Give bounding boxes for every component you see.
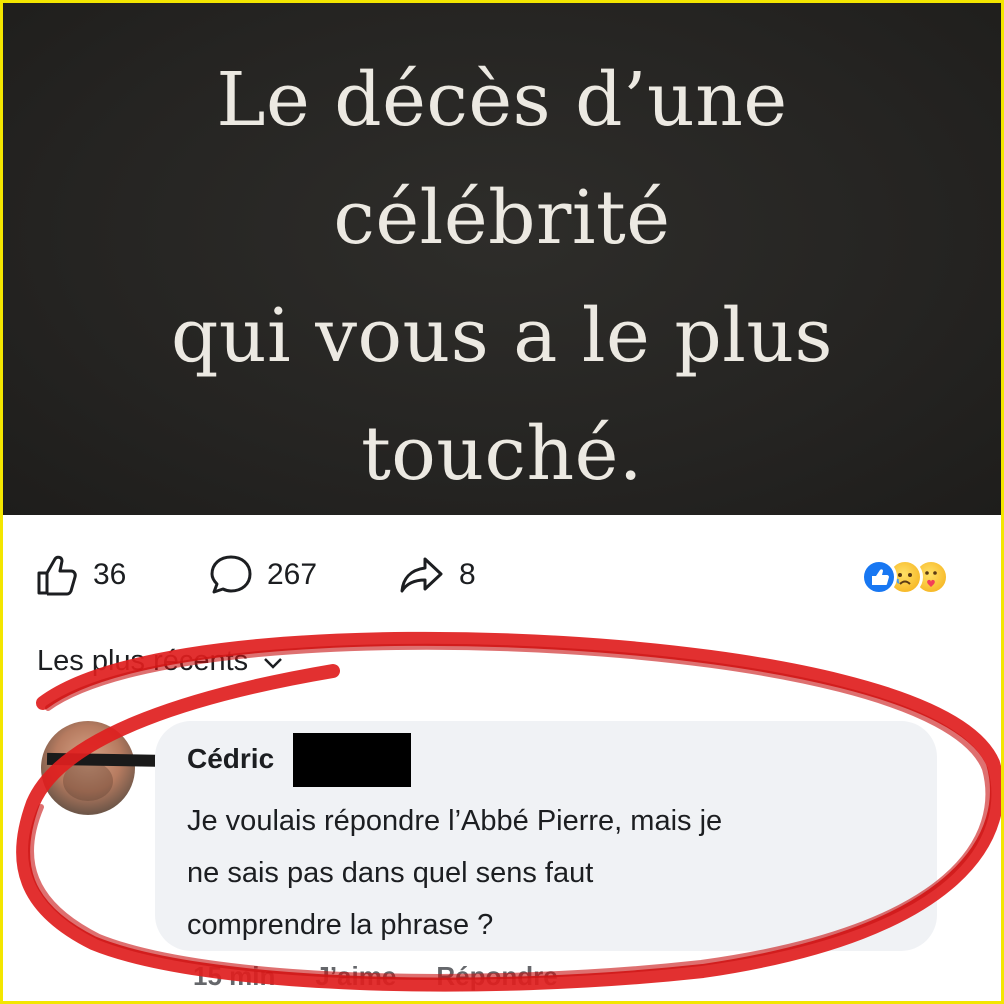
- post-image: Le décès d’une célébrité qui vous a le p…: [3, 3, 1001, 515]
- comment-time: 15 min: [193, 961, 276, 991]
- comment-sort-dropdown[interactable]: Les plus récents: [37, 645, 284, 678]
- comment-bubble: Cédric Je voulais répondre l’Abbé Pierre…: [155, 721, 937, 951]
- avatar[interactable]: [41, 721, 135, 815]
- comment-count: 267: [267, 558, 318, 591]
- screenshot-frame: Le décès d’une célébrité qui vous a le p…: [0, 0, 1004, 1004]
- like-button[interactable]: 36: [33, 551, 126, 599]
- comment-author-name[interactable]: Cédric: [187, 743, 274, 775]
- post-quote-text: Le décès d’une célébrité qui vous a le p…: [170, 57, 834, 497]
- comment-like-link[interactable]: J’aime: [315, 961, 396, 992]
- chevron-down-icon: [262, 645, 284, 678]
- like-reaction-icon: [861, 559, 897, 595]
- comment-button[interactable]: 267: [207, 551, 317, 599]
- comment-text: Je voulais répondre l’Abbé Pierre, mais …: [187, 805, 723, 941]
- like-count: 36: [93, 558, 127, 591]
- avatar-face: [63, 761, 113, 801]
- thumbs-up-icon: [33, 551, 81, 599]
- share-button[interactable]: 8: [397, 551, 476, 599]
- sort-label: Les plus récents: [37, 645, 249, 677]
- comment-bubble-icon: [207, 551, 255, 599]
- reaction-summary[interactable]: [861, 555, 971, 599]
- share-arrow-icon: [397, 551, 447, 599]
- share-count: 8: [459, 558, 476, 591]
- post-actions-bar: 36 267 8: [3, 543, 1001, 607]
- redaction-box: [293, 733, 411, 787]
- comment-meta: 15 min J’aime Répondre: [193, 961, 598, 992]
- comment-reply-link[interactable]: Répondre: [436, 961, 557, 992]
